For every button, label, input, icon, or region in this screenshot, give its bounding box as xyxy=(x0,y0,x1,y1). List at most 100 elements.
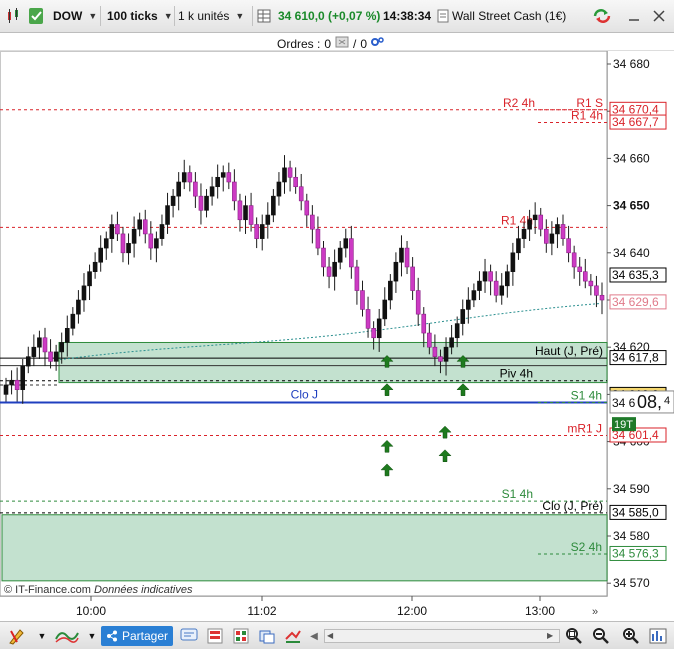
candle-body xyxy=(482,271,488,282)
chart-svg[interactable]: R2 4h R1 SR1 4hR1 4hHaut (J, Pré)Piv 4hCl… xyxy=(0,51,674,621)
candle-body xyxy=(566,238,571,254)
candle-body xyxy=(232,181,237,202)
candle-body xyxy=(454,323,460,339)
chevron-down-icon[interactable]: ▼ xyxy=(86,626,98,646)
candle-body xyxy=(449,337,454,348)
x-tick-label: 12:00 xyxy=(397,604,427,618)
price-label: 34 576,3 xyxy=(612,546,659,560)
level-label: Clo (J, Pré) xyxy=(542,499,603,513)
y-tick-label: 34 570 xyxy=(613,576,650,590)
candle-body xyxy=(204,195,209,211)
orders-list-icon[interactable] xyxy=(335,36,349,51)
horizontal-scrollbar[interactable]: ◀ ▶ xyxy=(324,629,560,643)
candle-body xyxy=(131,228,137,244)
level-label: S2 4h xyxy=(571,540,602,554)
share-button[interactable]: Partager xyxy=(101,626,173,646)
zoom-in-icon[interactable] xyxy=(621,626,641,646)
ticks-select[interactable]: 100 ticks ▼ xyxy=(102,5,178,27)
candle-body xyxy=(388,280,393,301)
x-tick-label: 10:00 xyxy=(76,604,106,618)
candle-body xyxy=(510,252,516,272)
candle-body xyxy=(87,271,92,287)
candle-body xyxy=(115,224,120,235)
candle-body xyxy=(499,285,505,296)
candle-body xyxy=(298,186,304,202)
watermark: © IT-Finance.com Données indicatives xyxy=(4,584,193,596)
candle-body xyxy=(209,186,215,197)
level-label: Piv 4h xyxy=(500,367,533,381)
candle-body xyxy=(159,224,165,239)
candlestick-chart-icon[interactable] xyxy=(6,5,22,27)
close-icon[interactable] xyxy=(653,5,665,27)
alerts-icon[interactable] xyxy=(205,626,225,646)
zoom-out-icon[interactable] xyxy=(591,626,611,646)
watermark-italic: Données indicatives xyxy=(94,584,193,596)
candle-body xyxy=(466,299,471,310)
candle-body xyxy=(582,271,588,282)
candle-body xyxy=(198,195,204,211)
candle-body xyxy=(410,266,415,291)
candle-body xyxy=(382,299,388,320)
candle-body xyxy=(137,219,142,230)
candle-body xyxy=(560,224,566,239)
candle-body xyxy=(310,214,315,230)
candle-body xyxy=(516,238,521,254)
favorite-icon[interactable] xyxy=(28,5,44,27)
x-tick-label: 11:02 xyxy=(247,604,276,618)
candle-body xyxy=(103,238,109,249)
candle-body xyxy=(399,247,404,263)
scroll-left-icon[interactable]: ◀ xyxy=(327,631,337,641)
units-label: 1 k unités xyxy=(178,9,230,23)
candle-body xyxy=(471,290,477,301)
units-select[interactable]: 1 k unités ▼ xyxy=(178,5,244,27)
zoom-fit-icon[interactable] xyxy=(564,626,584,646)
market-info-icon[interactable] xyxy=(437,5,449,27)
price-label: 34 629,6 xyxy=(612,295,659,309)
compare-icon[interactable] xyxy=(257,626,277,646)
candle-body xyxy=(599,294,605,301)
s-zone xyxy=(1,514,608,582)
candle-body xyxy=(527,219,532,230)
candle-body xyxy=(154,238,159,249)
chart-grid-icon[interactable] xyxy=(648,626,668,646)
candle-body xyxy=(532,214,538,221)
candle-body xyxy=(248,205,254,225)
candle-body xyxy=(477,280,482,291)
price-chart[interactable]: R2 4h R1 S R1 4h R1 4h Haut (J, Pré) Piv 4h Cl… xyxy=(0,51,674,621)
refresh-icon[interactable] xyxy=(592,5,612,27)
candle-body xyxy=(37,337,42,348)
candle-body xyxy=(193,181,198,197)
candle-body xyxy=(187,172,193,183)
scroll-right-icon[interactable]: ▶ xyxy=(547,631,557,641)
candle-body xyxy=(577,266,583,272)
candle-body xyxy=(287,167,293,178)
candle-body xyxy=(282,167,287,183)
chevron-down-icon: ▼ xyxy=(88,11,98,21)
candle-body xyxy=(25,356,31,367)
orders-settings-icon[interactable] xyxy=(370,35,384,52)
current-price-prefix: 34 6 xyxy=(612,396,636,410)
price-label: 34 585,0 xyxy=(612,505,659,519)
candle-body xyxy=(415,290,421,315)
indicators-icon[interactable] xyxy=(54,626,80,646)
orders-separator: / xyxy=(353,36,357,51)
scroll-left-icon[interactable]: ◀ xyxy=(308,626,320,646)
chevron-down-icon[interactable]: ▼ xyxy=(36,626,48,646)
minimize-icon[interactable] xyxy=(628,5,640,27)
candle-body xyxy=(120,233,126,254)
trade-icon[interactable] xyxy=(283,626,303,646)
candle-body xyxy=(237,200,243,221)
candle-body xyxy=(555,224,560,235)
candle-body xyxy=(354,266,360,291)
candle-body xyxy=(148,233,154,249)
instrument-select[interactable]: DOW ▼ xyxy=(48,5,102,27)
candle-body xyxy=(443,346,449,362)
drawing-tools-icon[interactable] xyxy=(6,626,28,646)
table-icon[interactable] xyxy=(257,5,271,27)
candle-body xyxy=(126,243,131,254)
candle-body xyxy=(460,309,466,324)
level-label: S1 4h xyxy=(502,487,533,501)
chat-icon[interactable] xyxy=(179,626,199,646)
orders-grid-icon[interactable] xyxy=(231,626,251,646)
candle-body xyxy=(360,290,365,310)
